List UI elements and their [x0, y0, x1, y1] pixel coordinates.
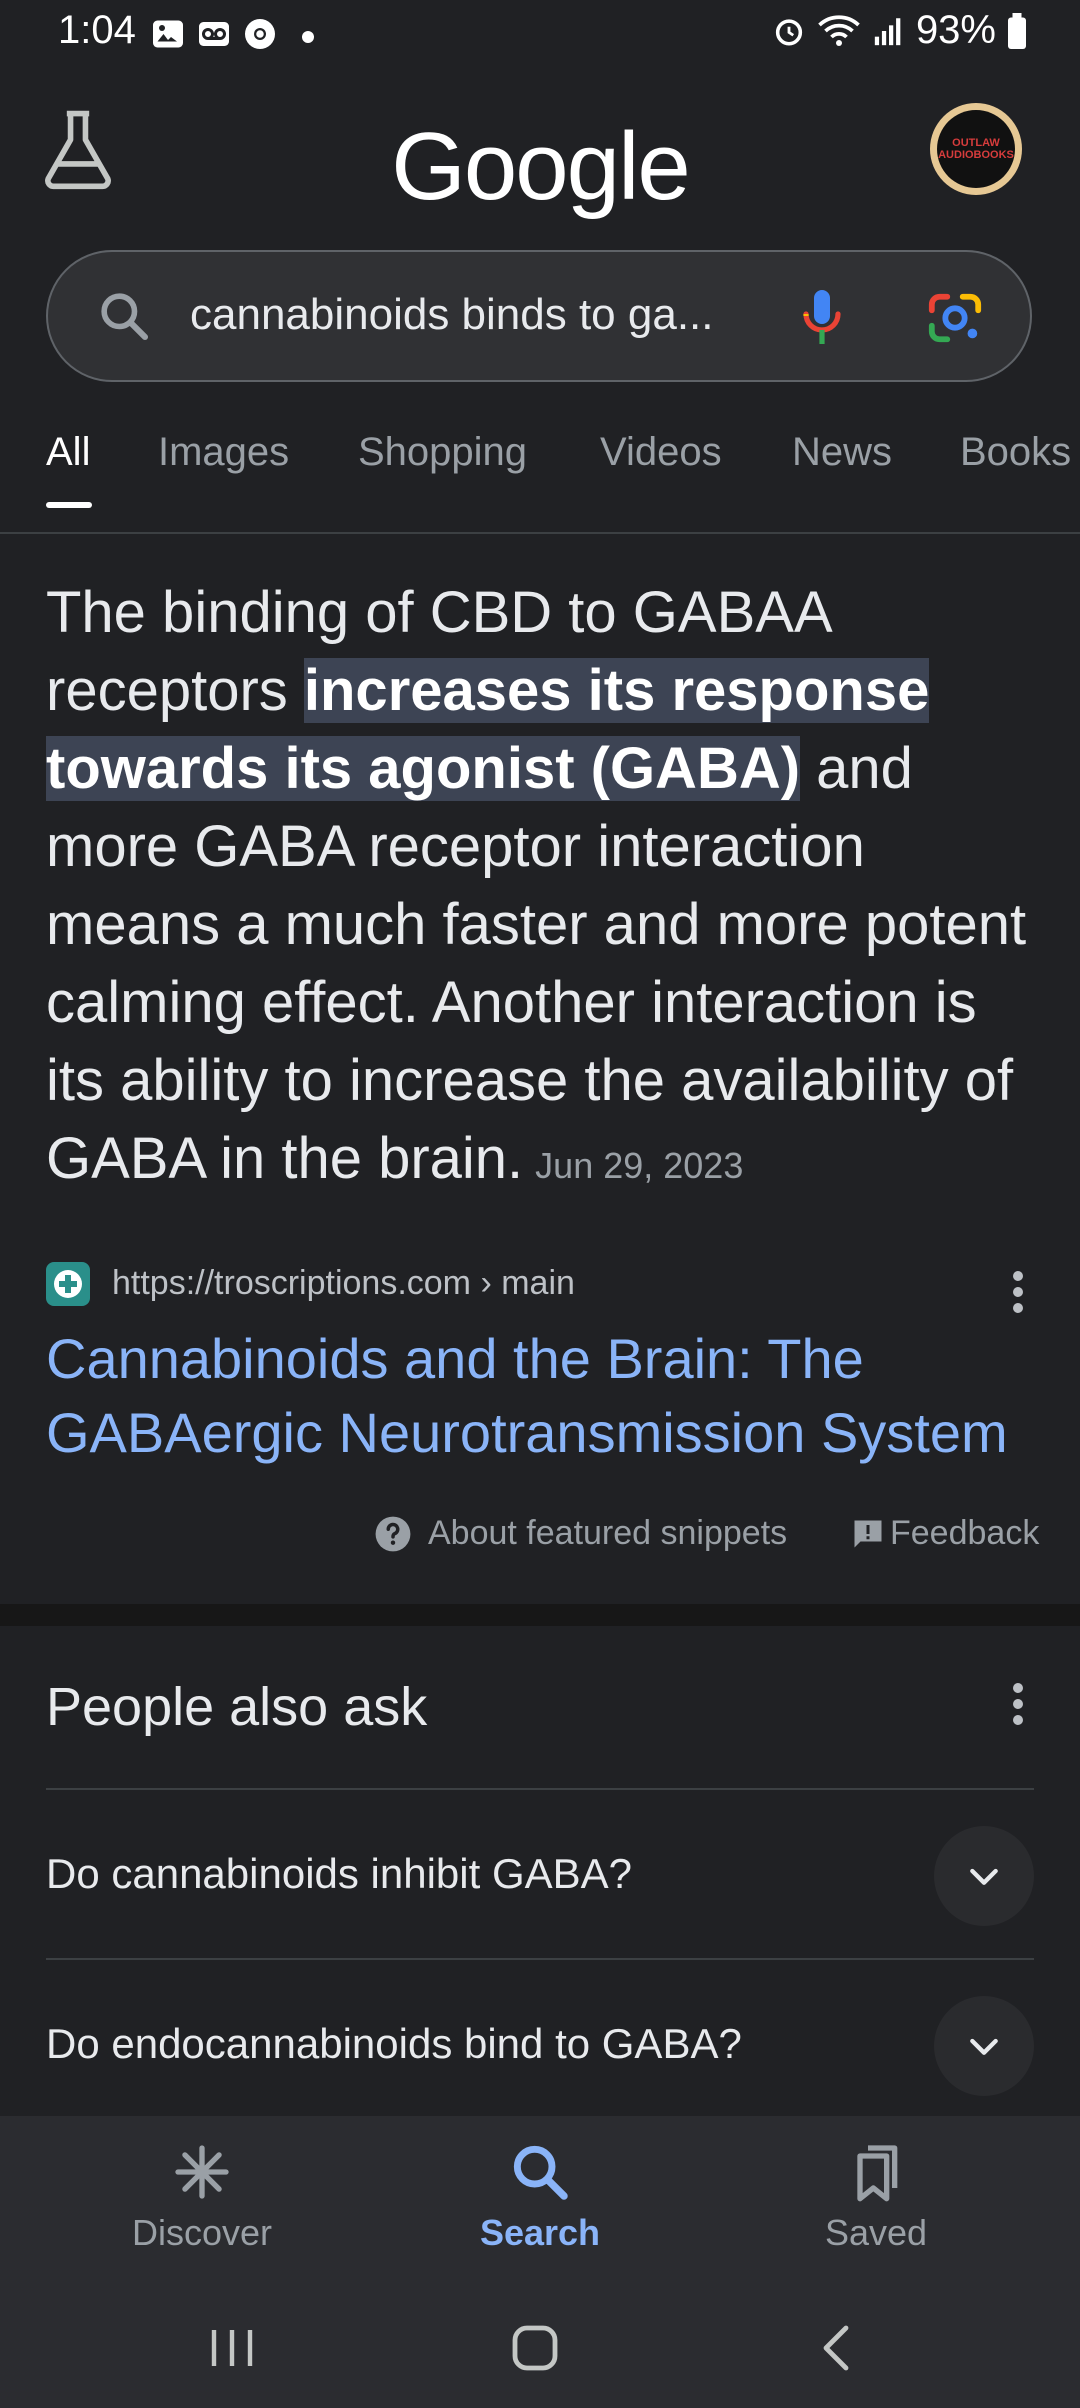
help-icon	[375, 1516, 411, 1551]
medical-cross-icon	[54, 1270, 82, 1298]
about-snippets-label: About featured snippets	[428, 1514, 788, 1552]
battery-icon	[1008, 12, 1026, 49]
chrome-notification-icon	[245, 19, 275, 49]
paa-expand-button[interactable]	[934, 1826, 1034, 1926]
nav-search-label: Search	[479, 2212, 601, 2253]
search-input[interactable]: cannabinoids binds to ga...	[190, 290, 714, 340]
account-avatar[interactable]: OUTLAW AUDIOBOOKS	[930, 103, 1022, 195]
active-tab-indicator	[46, 502, 92, 508]
tab-videos[interactable]: Videos	[600, 430, 722, 475]
status-bar: 1:04 93%	[0, 0, 1080, 70]
tabs-divider	[0, 532, 1080, 534]
tab-all[interactable]: All	[46, 430, 90, 475]
paa-divider	[46, 1788, 1034, 1790]
recent-apps-icon[interactable]	[202, 2318, 262, 2378]
gallery-notification-icon	[153, 20, 183, 48]
result-more-options-icon[interactable]	[1012, 1270, 1024, 1314]
battery-percent: 93%	[915, 8, 996, 52]
nav-discover[interactable]: Discover	[82, 2140, 322, 2254]
status-time: 1:04	[58, 8, 136, 52]
paa-more-options-icon[interactable]	[1012, 1682, 1024, 1726]
voicemail-notification-icon	[199, 22, 229, 46]
nav-saved-label: Saved	[824, 2212, 928, 2253]
paa-question[interactable]: Do endocannabinoids bind to GABA?	[46, 2020, 742, 2068]
tab-news[interactable]: News	[792, 430, 892, 475]
tab-images[interactable]: Images	[158, 430, 289, 475]
tab-shopping[interactable]: Shopping	[358, 430, 527, 475]
google-lens-icon[interactable]	[926, 290, 984, 346]
search-tabs: All Images Shopping Videos News Books	[0, 430, 1080, 530]
alarm-icon	[775, 18, 803, 46]
result-title-link[interactable]: Cannabinoids and the Brain: The GABAergi…	[46, 1322, 1046, 1470]
paa-question[interactable]: Do cannabinoids inhibit GABA?	[46, 1850, 632, 1898]
bookmark-icon	[857, 2145, 898, 2202]
source-url[interactable]: https://troscriptions.com › main	[112, 1264, 575, 1303]
home-icon[interactable]	[505, 2318, 565, 2378]
wifi-icon	[818, 14, 860, 46]
signal-icon	[874, 17, 901, 45]
more-notifications-dot-icon	[302, 31, 314, 43]
nav-search[interactable]: Search	[420, 2140, 660, 2254]
search-icon	[101, 293, 149, 341]
nav-saved[interactable]: Saved	[756, 2140, 996, 2254]
back-icon[interactable]	[808, 2318, 868, 2378]
feedback-button[interactable]: Feedback	[850, 1514, 1039, 1553]
chevron-down-icon	[970, 1868, 998, 1885]
google-logo: Google	[391, 113, 691, 220]
status-right: 93%	[772, 8, 1028, 53]
snippet-text-after: and more GABA receptor interaction means…	[46, 736, 1027, 1191]
paa-expand-button[interactable]	[934, 1996, 1034, 2096]
source-favicon	[46, 1262, 90, 1306]
feedback-icon	[854, 1520, 882, 1547]
chevron-down-icon	[970, 2038, 998, 2055]
tab-books[interactable]: Books	[960, 430, 1071, 475]
voice-search-mic-icon[interactable]	[800, 288, 844, 348]
nav-discover-label: Discover	[131, 2212, 273, 2253]
featured-snippet-text: The binding of CBD to GABAA receptors in…	[46, 574, 1036, 1205]
people-also-ask-title: People also ask	[46, 1677, 428, 1737]
feedback-label: Feedback	[890, 1514, 1040, 1552]
search-icon	[513, 2145, 568, 2200]
snippet-date: Jun 29, 2023	[535, 1145, 744, 1186]
paa-divider	[46, 1958, 1034, 1960]
asterisk-icon	[175, 2145, 229, 2199]
about-featured-snippets[interactable]: About featured snippets	[374, 1514, 787, 1553]
section-separator	[0, 1604, 1080, 1626]
avatar-label: OUTLAW AUDIOBOOKS	[937, 110, 1015, 188]
